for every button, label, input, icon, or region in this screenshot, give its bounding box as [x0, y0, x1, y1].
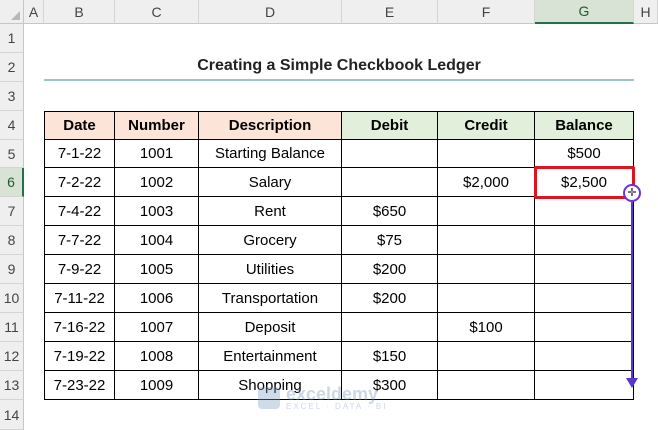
table-cell[interactable]: $150: [342, 342, 438, 371]
table-cell[interactable]: 7-16-22: [44, 313, 115, 342]
selected-cell-highlight: [534, 166, 635, 199]
table-cell[interactable]: $2,000: [438, 168, 535, 197]
table-cell[interactable]: [438, 342, 535, 371]
table-cell[interactable]: 7-7-22: [44, 226, 115, 255]
table-cell[interactable]: 7-4-22: [44, 197, 115, 226]
watermark-name: exceldemy: [286, 384, 379, 404]
watermark-subtitle: EXCEL · DATA · BI: [286, 402, 388, 411]
table-cell[interactable]: [438, 226, 535, 255]
autofill-drag-arrow-line: [631, 202, 633, 380]
table-cell[interactable]: Deposit: [199, 313, 342, 342]
table-cell[interactable]: 1008: [115, 342, 199, 371]
fill-handle-cursor-icon[interactable]: ✛: [623, 184, 641, 202]
table-cell[interactable]: Transportation: [199, 284, 342, 313]
table-cell[interactable]: 1005: [115, 255, 199, 284]
table-cell[interactable]: Rent: [199, 197, 342, 226]
column-header-b[interactable]: B: [44, 0, 115, 24]
table-cell[interactable]: [438, 284, 535, 313]
table-cell[interactable]: 7-19-22: [44, 342, 115, 371]
row-header-6[interactable]: 6: [0, 168, 24, 197]
table-cell[interactable]: [342, 140, 438, 168]
column-header-d[interactable]: D: [199, 0, 342, 24]
table-cell[interactable]: Utilities: [199, 255, 342, 284]
table-cell[interactable]: 7-9-22: [44, 255, 115, 284]
table-header-debit: Debit: [342, 111, 438, 140]
row-header-7[interactable]: 7: [0, 197, 24, 226]
table-cell[interactable]: [438, 197, 535, 226]
table-cell[interactable]: [535, 313, 634, 342]
table-cell[interactable]: 7-11-22: [44, 284, 115, 313]
table-cell[interactable]: 7-23-22: [44, 371, 115, 400]
table-header-balance: Balance: [535, 111, 634, 140]
table-cell[interactable]: 1003: [115, 197, 199, 226]
table-cell[interactable]: [535, 284, 634, 313]
select-all-corner[interactable]: [0, 0, 24, 24]
table-header-number: Number: [115, 111, 199, 140]
column-header-h[interactable]: H: [634, 0, 658, 24]
table-cell[interactable]: [535, 371, 634, 400]
table-cell[interactable]: 7-1-22: [44, 140, 115, 168]
table-cell[interactable]: $200: [342, 255, 438, 284]
table-cell[interactable]: 1006: [115, 284, 199, 313]
row-header-10[interactable]: 10: [0, 284, 24, 313]
row-header-1[interactable]: 1: [0, 24, 24, 53]
table-cell[interactable]: 1004: [115, 226, 199, 255]
row-header-8[interactable]: 8: [0, 226, 24, 255]
table-cell[interactable]: 7-2-22: [44, 168, 115, 197]
table-cell[interactable]: 1002: [115, 168, 199, 197]
watermark: exceldemy EXCEL · DATA · BI: [258, 383, 387, 413]
watermark-logo-icon: [258, 387, 280, 409]
table-cell[interactable]: Entertainment: [199, 342, 342, 371]
row-header-3[interactable]: 3: [0, 82, 24, 111]
table-cell[interactable]: 1001: [115, 140, 199, 168]
table-cell[interactable]: [342, 168, 438, 197]
table-cell[interactable]: 1009: [115, 371, 199, 400]
table-cell[interactable]: [535, 255, 634, 284]
row-header-9[interactable]: 9: [0, 255, 24, 284]
row-header-11[interactable]: 11: [0, 313, 24, 342]
row-header-12[interactable]: 12: [0, 342, 24, 371]
column-header-f[interactable]: F: [438, 0, 535, 24]
table-cell[interactable]: [438, 255, 535, 284]
row-header-14[interactable]: 14: [0, 400, 24, 430]
table-cell[interactable]: [438, 371, 535, 400]
autofill-drag-arrowhead-icon: [626, 378, 638, 388]
table-header-credit: Credit: [438, 111, 535, 140]
table-cell[interactable]: [535, 226, 634, 255]
column-header-g[interactable]: G: [535, 0, 634, 24]
table-cell[interactable]: Starting Balance: [199, 140, 342, 168]
row-header-4[interactable]: 4: [0, 111, 24, 140]
row-header-2[interactable]: 2: [0, 53, 24, 82]
table-cell[interactable]: [535, 342, 634, 371]
sheet-title: Creating a Simple Checkbook Ledger: [197, 57, 481, 74]
table-cell[interactable]: $100: [438, 313, 535, 342]
column-header-a[interactable]: A: [24, 0, 44, 24]
table-header-date: Date: [44, 111, 115, 140]
row-header-5[interactable]: 5: [0, 140, 24, 168]
table-header-description: Description: [199, 111, 342, 140]
column-header-c[interactable]: C: [115, 0, 199, 24]
column-header-e[interactable]: E: [342, 0, 438, 24]
table-cell[interactable]: $650: [342, 197, 438, 226]
row-header-13[interactable]: 13: [0, 371, 24, 400]
table-cell[interactable]: $75: [342, 226, 438, 255]
table-cell[interactable]: Grocery: [199, 226, 342, 255]
title-underline: [44, 79, 634, 81]
table-cell[interactable]: [342, 313, 438, 342]
table-cell[interactable]: $200: [342, 284, 438, 313]
table-cell[interactable]: [438, 140, 535, 168]
table-cell[interactable]: $500: [535, 140, 634, 168]
table-cell[interactable]: [535, 197, 634, 226]
table-cell[interactable]: 1007: [115, 313, 199, 342]
table-cell[interactable]: Salary: [199, 168, 342, 197]
